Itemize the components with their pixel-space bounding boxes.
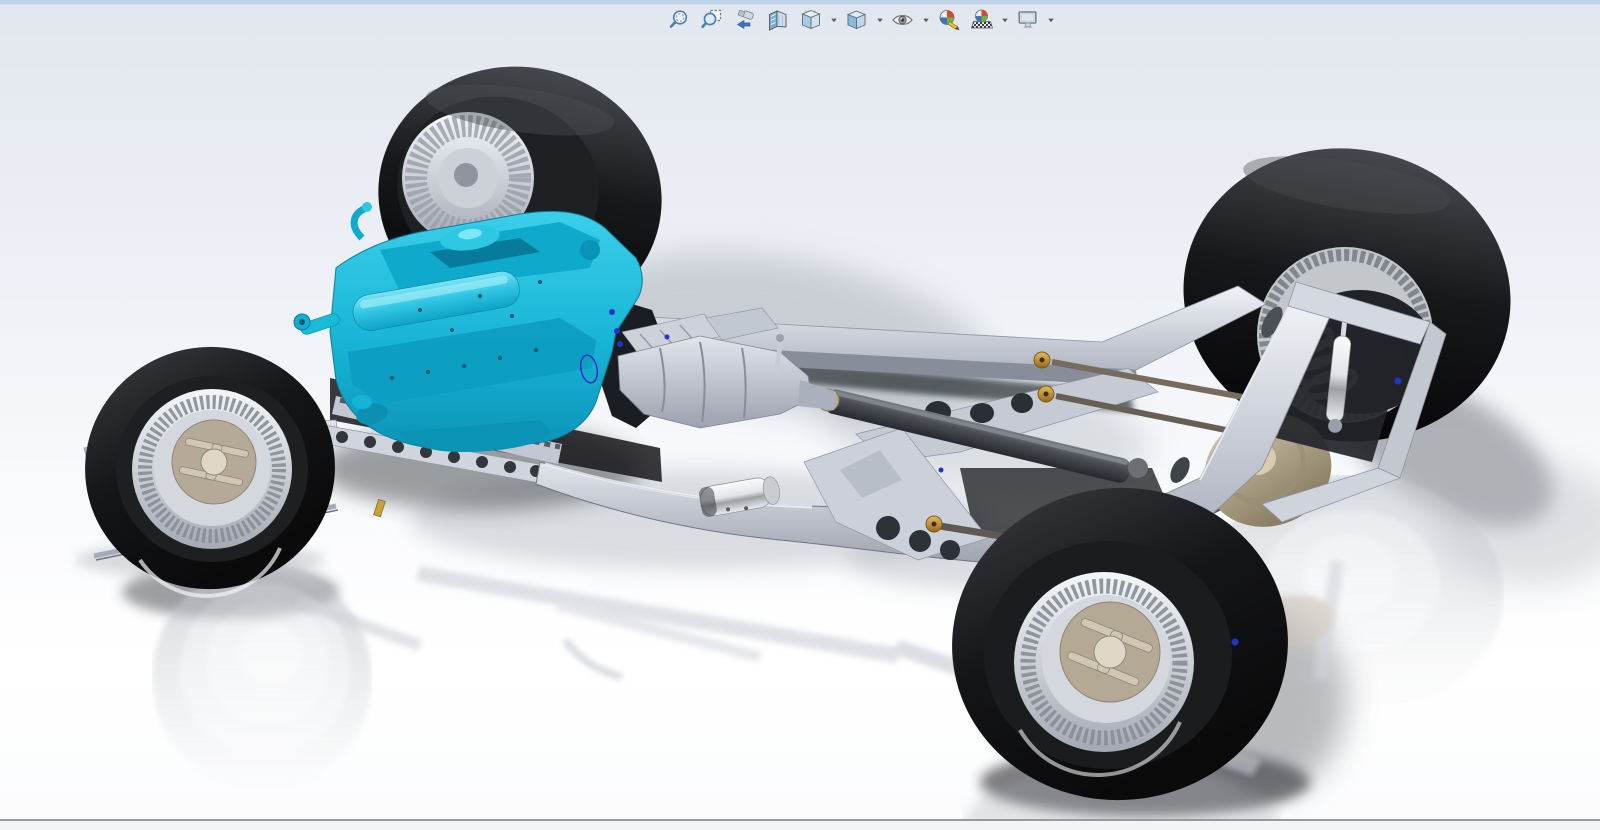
heads-up-view-toolbar	[664, 6, 1056, 34]
edit-appearance-button[interactable]	[934, 6, 964, 34]
view-settings-button[interactable]	[1013, 6, 1043, 34]
eye-icon	[891, 8, 915, 32]
view-settings-icon	[1016, 8, 1040, 32]
previous-view-button[interactable]	[730, 6, 760, 34]
apply-scene-dropdown-arrow[interactable]	[1000, 6, 1010, 34]
previous-view-icon	[733, 8, 757, 32]
display-style-icon	[845, 8, 869, 32]
3d-viewport[interactable]	[0, 0, 1600, 830]
application-window	[0, 0, 1600, 830]
zoom-to-area-button[interactable]	[697, 6, 727, 34]
status-bar-edge	[0, 819, 1600, 830]
view-settings-dropdown-arrow[interactable]	[1046, 6, 1056, 34]
hide-show-items-button[interactable]	[888, 6, 918, 34]
zoom-to-fit-icon	[667, 8, 691, 32]
edit-appearance-icon	[937, 8, 961, 32]
section-view-button[interactable]	[763, 6, 793, 34]
view-orientation-button[interactable]	[796, 6, 826, 34]
display-style-dropdown-arrow[interactable]	[875, 6, 885, 34]
hide-show-items-dropdown-arrow[interactable]	[921, 6, 931, 34]
apply-scene-icon	[970, 8, 994, 32]
zoom-to-area-icon	[700, 8, 724, 32]
section-view-icon	[766, 8, 790, 32]
zoom-to-fit-button[interactable]	[664, 6, 694, 34]
command-manager-edge	[0, 0, 1600, 5]
view-orientation-icon	[799, 8, 823, 32]
display-style-button[interactable]	[842, 6, 872, 34]
view-orientation-dropdown-arrow[interactable]	[829, 6, 839, 34]
apply-scene-button[interactable]	[967, 6, 997, 34]
